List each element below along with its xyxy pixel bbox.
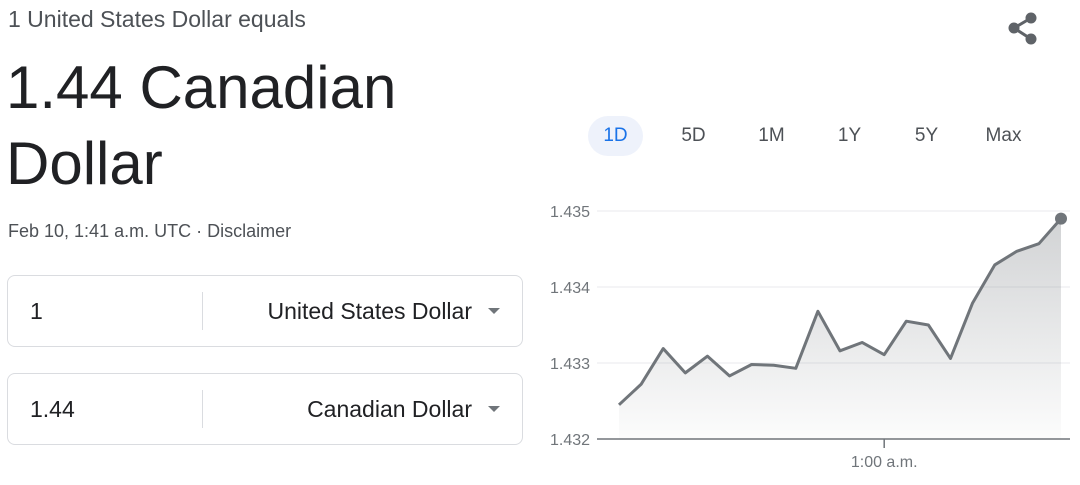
to-currency-select[interactable]: Canadian Dollar [307,374,472,444]
tab-5y[interactable]: 5Y [899,116,954,156]
tab-1d[interactable]: 1D [588,116,643,156]
rate-line-1: 1.44 Canadian [6,54,397,121]
rate-timestamp-row: Feb 10, 1:41 a.m. UTC · Disclaimer [8,221,291,242]
chevron-down-icon[interactable] [488,308,500,314]
separator-dot: · [191,221,208,241]
y-tick-label: 1.433 [550,356,590,373]
to-currency-row: 1.44 Canadian Dollar [7,373,523,445]
tab-1m[interactable]: 1M [744,116,799,156]
divider [202,292,203,330]
series-area [619,218,1061,439]
rate-line-2: Dollar [6,130,163,197]
share-icon[interactable] [1004,10,1042,48]
y-tick-label: 1.432 [550,432,590,449]
x-tick-label: 1:00 a.m. [851,454,918,471]
conversion-subtitle: 1 United States Dollar equals [8,6,306,32]
chevron-down-icon[interactable] [488,406,500,412]
tab-max[interactable]: Max [976,116,1031,156]
from-amount-input[interactable]: 1 [30,276,200,346]
tab-5d[interactable]: 5D [666,116,721,156]
from-currency-select[interactable]: United States Dollar [267,276,472,346]
divider [202,390,203,428]
to-amount-input[interactable]: 1.44 [30,374,200,444]
y-tick-label: 1.434 [550,280,590,297]
exchange-rate-result: 1.44 Canadian Dollar [6,50,446,202]
y-tick-label: 1.435 [550,204,590,221]
tab-1y[interactable]: 1Y [822,116,877,156]
rate-chart: 1.435 1.434 1.433 1.432 1:00 a.m. [550,204,1070,471]
disclaimer-link[interactable]: Disclaimer [207,221,291,241]
from-currency-row: 1 United States Dollar [7,275,523,347]
rate-timestamp: Feb 10, 1:41 a.m. UTC [8,221,192,241]
series-endpoint [1055,212,1067,225]
